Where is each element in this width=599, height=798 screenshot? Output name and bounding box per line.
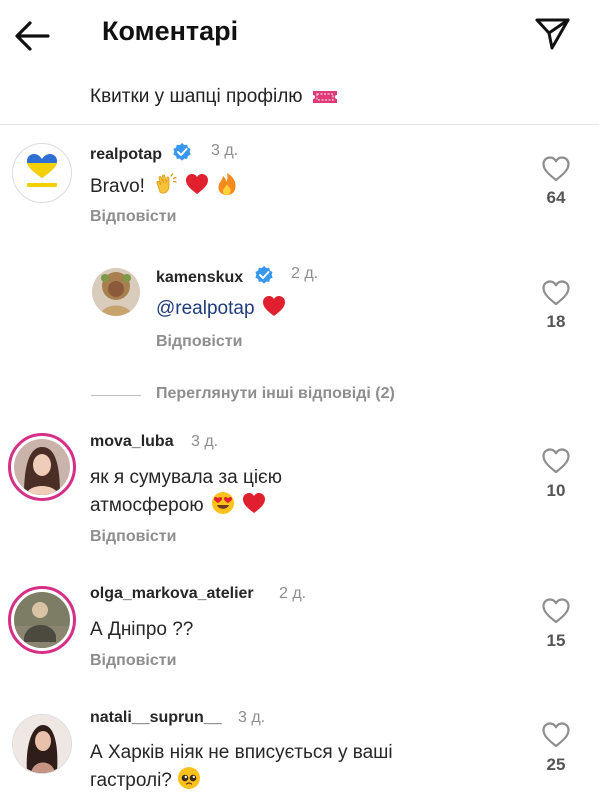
like-count: 18 [546,312,566,331]
comment-text: Bravo! [90,172,237,200]
comment-text: @realpotap [156,295,286,322]
avatar[interactable] [8,433,76,501]
avatar-heart-logo [27,154,57,187]
avatar[interactable] [8,586,76,654]
avatar-photo [13,715,71,773]
top-bar: Коментарі [0,0,599,70]
username[interactable]: mova_luba [90,433,174,451]
username-text[interactable]: kamenskux [156,269,243,286]
avatar[interactable] [12,143,72,203]
like-count: 15 [546,631,566,650]
comment-text-line-2: гастролі? [90,766,393,794]
comment-text-line-2: атмосферою [90,491,282,519]
heart-outline-icon[interactable] [541,154,571,184]
comment-text-body: атмосферою [90,495,204,516]
comment-text: А Дніпро ?? [90,619,194,640]
username-text[interactable]: realpotap [90,146,162,163]
heart-eyes-face-icon [211,492,234,514]
comment-text: як я сумувала за цією атмосферою [90,464,282,519]
heart-outline-icon[interactable] [541,720,571,750]
divider [0,124,599,125]
red-heart-icon [243,493,266,513]
username[interactable]: realpotap [90,142,192,164]
reply-button[interactable]: Відповісти [156,333,242,351]
like-count: 25 [546,755,566,774]
fire-icon [218,173,236,195]
replies-divider-line [91,395,141,396]
comment-text-body: Bravo! [90,176,145,197]
mention-link[interactable]: @realpotap [156,298,255,319]
like-count: 64 [546,188,566,207]
verified-badge-icon [173,143,192,161]
comment-text: А Харків ніяк не вписується у ваші гастр… [90,739,393,794]
page-title: Коментарі [102,16,239,46]
username[interactable]: olga_markova_atelier [90,585,254,603]
comment-time: 3 д. [238,709,266,726]
username[interactable]: kamenskux [156,265,274,287]
heart-outline-icon[interactable] [541,446,571,476]
heart-outline-icon[interactable] [541,278,571,308]
avatar-photo [14,439,70,495]
red-heart-icon [186,174,209,194]
back-arrow-icon[interactable] [12,16,52,56]
like-count: 10 [546,481,566,500]
clapping-hands-icon [156,173,177,194]
comment-text-body: гастролі? [90,770,172,791]
comment-time: 2 д. [291,265,319,282]
avatar-photo [14,592,70,648]
avatar[interactable] [92,268,140,316]
paper-plane-icon[interactable] [532,14,572,54]
comment-time: 2 д. [279,585,307,602]
heart-outline-icon[interactable] [541,596,571,626]
username[interactable]: natali__suprun__ [90,709,222,727]
comment-time: 3 д. [191,433,219,450]
reply-button[interactable]: Відповісти [90,652,176,670]
avatar[interactable] [12,714,72,774]
pleading-face-icon [178,767,201,789]
view-more-replies-button[interactable]: Переглянути інші відповіді (2) [91,385,591,407]
view-more-replies-label[interactable]: Переглянути інші відповіді (2) [156,385,395,403]
post-caption: Квитки у шапці профілю [90,86,338,108]
verified-badge-icon [255,266,273,284]
caption-text: Квитки у шапці профілю [90,86,303,107]
avatar-photo [92,268,140,316]
ticket-icon [312,90,337,103]
comment-text-line: А Харків ніяк не вписується у ваші [90,742,393,763]
comment-text-line: як я сумувала за цією [90,467,282,488]
comment-time: 3 д. [211,142,239,159]
reply-button[interactable]: Відповісти [90,528,176,546]
red-heart-icon [262,296,285,316]
reply-button[interactable]: Відповісти [90,208,176,226]
